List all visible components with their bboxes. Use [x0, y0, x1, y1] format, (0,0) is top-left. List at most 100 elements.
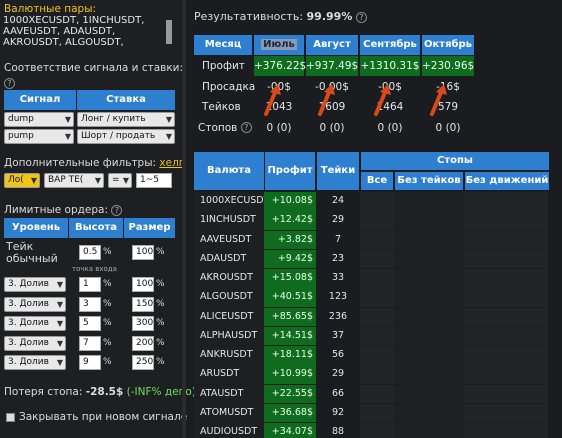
table-row[interactable]: ALPHAUSDT +14.51$ 37 [194, 326, 556, 346]
cell-profit: +22.55$ [264, 384, 316, 404]
level-header: Уровень [4, 218, 68, 238]
bet-select-1[interactable]: Лонг / купить ▼ [77, 112, 175, 127]
summary-cell: +1310.31$ [360, 56, 420, 76]
month-october[interactable]: Октябрь [422, 35, 474, 55]
chevron-down-icon: ▼ [94, 176, 101, 185]
cell-no-takes [394, 326, 464, 346]
table-row[interactable]: ATAUSDT +22.55$ 66 [194, 384, 556, 404]
help-icon[interactable]: ? [355, 11, 367, 23]
cell-profit: +85.65$ [264, 307, 316, 327]
pct-sign: % [103, 337, 112, 348]
table-row[interactable]: AAVEUSDT +3.82$ 7 [194, 230, 556, 250]
pct-sign: % [156, 298, 165, 309]
table-row[interactable]: ALICEUSDT +85.65$ 236 [194, 307, 556, 327]
cell-profit: +18.11$ [264, 346, 316, 365]
cell-currency: ARUSDT [194, 365, 264, 384]
table-row[interactable]: ALGOUSDT +40.51$ 123 [194, 288, 556, 307]
order-size-input[interactable]: 200 [132, 335, 154, 351]
limits-text: Лимитные ордера: [4, 204, 108, 216]
cell-stops-all [360, 211, 394, 230]
table-row[interactable]: AUDIOUSDT +34.07$ 88 [194, 423, 556, 438]
signal-select-1[interactable]: dump ▼ [4, 112, 74, 127]
cell-no-takes [394, 423, 464, 438]
cell-no-takes [394, 365, 464, 384]
table-row[interactable]: ARUSDT +10.99$ 29 [194, 365, 556, 384]
cell-stops-all [360, 192, 394, 211]
order-height-input[interactable]: 1 [79, 277, 101, 292]
summary-cell: 0 (0) [377, 121, 403, 134]
perf-label: Результативность: [194, 10, 304, 23]
col-no-takes[interactable]: Без тейков [395, 172, 463, 190]
row-label-text: Просадка [202, 80, 256, 93]
cell-no-moves [464, 249, 548, 269]
col-profit[interactable]: Профит [265, 152, 315, 190]
cell-no-moves [464, 403, 548, 423]
cell-takes: 88 [316, 423, 360, 438]
order-height-input[interactable]: 7 [79, 335, 101, 351]
col-stops-all[interactable]: Все [361, 172, 393, 190]
month-july[interactable]: Июль [254, 35, 304, 55]
table-row[interactable]: 1000XECUSDT +10.08$ 24 [194, 192, 556, 211]
order-level-select[interactable]: 3. Долив ▼ [4, 355, 66, 370]
cell-no-moves [464, 230, 548, 250]
order-height-input[interactable]: 9 [79, 355, 101, 370]
cell-stops-all [360, 269, 394, 288]
order-size-input[interactable]: 100 [132, 277, 154, 292]
table-row[interactable]: 1INCHUSDT +12.42$ 29 [194, 211, 556, 230]
filter-select-a[interactable]: Ло(▼ [4, 173, 40, 188]
order-height-input[interactable]: 3 [79, 296, 101, 312]
help-icon[interactable]: ? [4, 76, 15, 89]
order-size-input[interactable]: 150 [132, 296, 154, 312]
cell-takes: 123 [316, 288, 360, 307]
cell-takes: 7 [316, 230, 360, 250]
order-level-select[interactable]: 3. Долив ▼ [4, 296, 66, 312]
month-august[interactable]: Август [306, 35, 358, 55]
col-no-moves[interactable]: Без движений [465, 172, 549, 190]
take-height-input[interactable]: 0.5 [79, 245, 101, 260]
order-size-input[interactable]: 250 [132, 355, 154, 370]
filter-input-d[interactable]: 1~5 [136, 173, 172, 188]
filter-value: = [112, 175, 120, 185]
chevron-down-icon: ▼ [56, 358, 63, 367]
cell-profit: +14.51$ [264, 326, 316, 346]
filters-label: Дополнительные фильтры: хелп [4, 157, 186, 169]
cell-currency: ALPHAUSDT [194, 326, 264, 346]
help-icon[interactable]: ? [111, 204, 123, 216]
cell-stops-all [360, 249, 394, 269]
summary-cell: +937.49$ [306, 56, 358, 76]
order-level-select[interactable]: 3. Долив ▼ [4, 316, 66, 331]
signal-select-2[interactable]: pump ▼ [4, 129, 74, 144]
pairs-scrollbar[interactable] [166, 20, 172, 44]
table-row[interactable]: ADAUSDT +9.42$ 23 [194, 249, 556, 269]
chevron-down-icon: ▼ [165, 115, 172, 124]
cell-no-takes [394, 403, 464, 423]
chevron-down-icon: ▼ [165, 132, 172, 141]
pairs-textarea[interactable]: 1000XECUSDT, 1INCHUSDT, AAVEUSDT, ADAUSD… [3, 15, 173, 49]
close-checkbox[interactable] [6, 413, 15, 422]
order-level-select[interactable]: 3. Долив ▼ [4, 277, 66, 292]
table-row[interactable]: ATOMUSDT +36.68$ 92 [194, 403, 556, 423]
month-september[interactable]: Сентябрь [360, 35, 420, 55]
cell-currency: ALICEUSDT [194, 307, 264, 327]
order-level-select[interactable]: 3. Долив ▼ [4, 335, 66, 351]
col-takes[interactable]: Тейки [317, 152, 359, 190]
order-size-input[interactable]: 300 [132, 316, 154, 331]
signal-header: Сигнал [4, 90, 76, 110]
col-currency[interactable]: Валюта [194, 152, 264, 190]
help-icon[interactable]: ? [240, 122, 252, 133]
cell-no-takes [394, 192, 464, 211]
cell-no-takes [394, 269, 464, 288]
table-row[interactable]: AKROUSDT +15.08$ 33 [194, 269, 556, 288]
order-height-input[interactable]: 5 [79, 316, 101, 331]
cell-currency: ATAUSDT [194, 384, 264, 404]
cell-stops-all [360, 384, 394, 404]
cell-stops-all [360, 326, 394, 346]
filter-select-b[interactable]: ВАР ТЕ( ▼ [44, 173, 104, 188]
cell-no-takes [394, 346, 464, 365]
filter-value: ВАР ТЕ( [48, 175, 84, 185]
filter-select-c[interactable]: = ▼ [108, 173, 132, 188]
chevron-down-icon: ▼ [64, 132, 71, 141]
bet-select-2[interactable]: Шорт / продать ▼ [77, 129, 175, 144]
take-size-input[interactable]: 100 [132, 245, 154, 260]
table-row[interactable]: ANKRUSDT +18.11$ 56 [194, 346, 556, 365]
